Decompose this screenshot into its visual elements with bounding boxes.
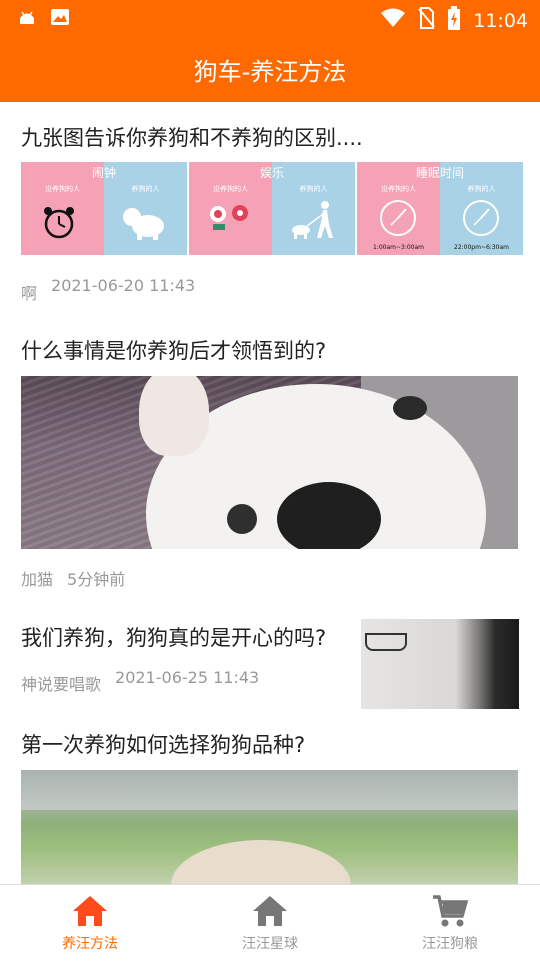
article-feed[interactable]: 九张图告诉你养狗和不养狗的区别.... 闹钟 没养狗的人 养狗的人 娱乐 没养狗… <box>0 102 540 884</box>
bottom-tab-bar: 养汪方法 汪汪星球 汪汪狗粮 <box>0 884 540 961</box>
game-icon <box>207 202 251 236</box>
article-author: 啊 <box>21 284 38 303</box>
tab-planet[interactable]: 汪汪星球 <box>180 885 360 961</box>
page-title: 狗车-养汪方法 <box>193 57 347 86</box>
panel-title: 睡眠时间 <box>415 166 464 180</box>
tab-label: 养汪方法 <box>62 936 118 952</box>
article-time: 2021-06-20 11:43 <box>51 276 196 295</box>
image-icon <box>50 8 70 30</box>
app-bar: 狗车-养汪方法 <box>0 36 540 102</box>
tab-dog-food[interactable]: 汪汪狗粮 <box>360 885 540 961</box>
clock-time: 11:04 <box>473 9 528 32</box>
article-title: 第一次养狗如何选择狗狗品种? <box>21 733 306 757</box>
panel-left-label: 没养狗的人 <box>213 185 248 193</box>
article-title: 什么事情是你养狗后才领悟到的? <box>21 339 327 363</box>
article-thumbnail <box>21 376 518 549</box>
tab-label: 汪汪星球 <box>242 936 298 952</box>
panel-left-label: 没养狗的人 <box>381 185 416 193</box>
article-author: 加猫 <box>21 570 54 589</box>
dog-icon <box>121 204 171 244</box>
article-meta: 神说要唱歌 2021-06-25 11:43 <box>21 668 260 694</box>
panel-right-label: 养狗的人 <box>467 185 496 193</box>
article-thumbnail <box>21 770 518 884</box>
cart-icon <box>431 894 469 932</box>
battery-charging-icon <box>447 6 461 35</box>
panel-left-label: 没养狗的人 <box>45 185 80 193</box>
home-icon <box>71 894 109 932</box>
panel-left-time: 1:00am~3:00am <box>372 244 425 251</box>
article-author: 神说要唱歌 <box>21 675 102 694</box>
comparison-panel-fun: 娱乐 没养狗的人 养狗的人 <box>189 162 355 255</box>
wifi-icon <box>381 8 406 33</box>
comparison-panel-sleep: 睡眠时间 没养狗的人 养狗的人 1:00am~3:00am 22:00pm~6:… <box>357 162 523 255</box>
alarm-clock-icon <box>41 204 77 244</box>
article-item[interactable]: 我们养狗，狗狗真的是开心的吗? 神说要唱歌 2021-06-25 11:43 <box>0 602 540 717</box>
article-thumbnail: 闹钟 没养狗的人 养狗的人 娱乐 没养狗的人 养狗的人 睡眠时间 没养狗的人 养… <box>21 162 523 255</box>
article-meta: 啊 2021-06-20 11:43 <box>21 276 196 303</box>
article-time: 5分钟前 <box>67 570 126 589</box>
panel-right-label: 养狗的人 <box>131 185 160 193</box>
article-item[interactable]: 第一次养狗如何选择狗狗品种? <box>0 717 540 884</box>
clock-icon <box>378 198 418 242</box>
status-bar: 11:04 <box>0 0 540 36</box>
article-title: 九张图告诉你养狗和不养狗的区别.... <box>21 126 363 150</box>
article-item[interactable]: 九张图告诉你养狗和不养狗的区别.... 闹钟 没养狗的人 养狗的人 娱乐 没养狗… <box>0 102 540 317</box>
android-icon <box>18 9 36 29</box>
article-title: 我们养狗，狗狗真的是开心的吗? <box>21 626 327 650</box>
article-thumbnail <box>361 619 519 709</box>
dog-walking-icon <box>287 200 339 244</box>
panel-right-time: 22:00pm~6:30am <box>454 244 509 251</box>
clock-icon <box>461 198 501 242</box>
tab-label: 汪汪狗粮 <box>422 936 478 952</box>
home-icon <box>251 894 289 932</box>
article-item[interactable]: 什么事情是你养狗后才领悟到的? 加猫 5分钟前 <box>0 317 540 602</box>
panel-right-label: 养狗的人 <box>299 185 328 193</box>
tab-method[interactable]: 养汪方法 <box>0 885 180 961</box>
article-meta: 加猫 5分钟前 <box>21 566 125 590</box>
comparison-panel-alarm: 闹钟 没养狗的人 养狗的人 <box>21 162 187 255</box>
article-time: 2021-06-25 11:43 <box>115 668 260 687</box>
panel-title: 娱乐 <box>259 166 284 180</box>
no-sim-icon <box>417 7 436 34</box>
panel-title: 闹钟 <box>91 166 116 180</box>
